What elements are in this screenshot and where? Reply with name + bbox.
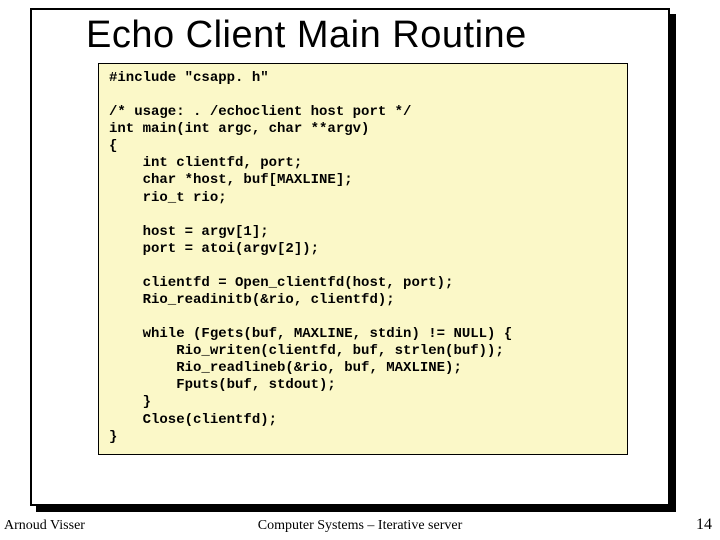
slide-face: Echo Client Main Routine #include "csapp… bbox=[30, 8, 670, 506]
page-number: 14 bbox=[696, 516, 712, 534]
slide-frame: Echo Client Main Routine #include "csapp… bbox=[30, 8, 670, 508]
slide-title: Echo Client Main Routine bbox=[86, 14, 668, 57]
code-block: #include "csapp. h" /* usage: . /echocli… bbox=[98, 63, 628, 455]
footer-text: Computer Systems – Iterative server bbox=[0, 518, 720, 534]
